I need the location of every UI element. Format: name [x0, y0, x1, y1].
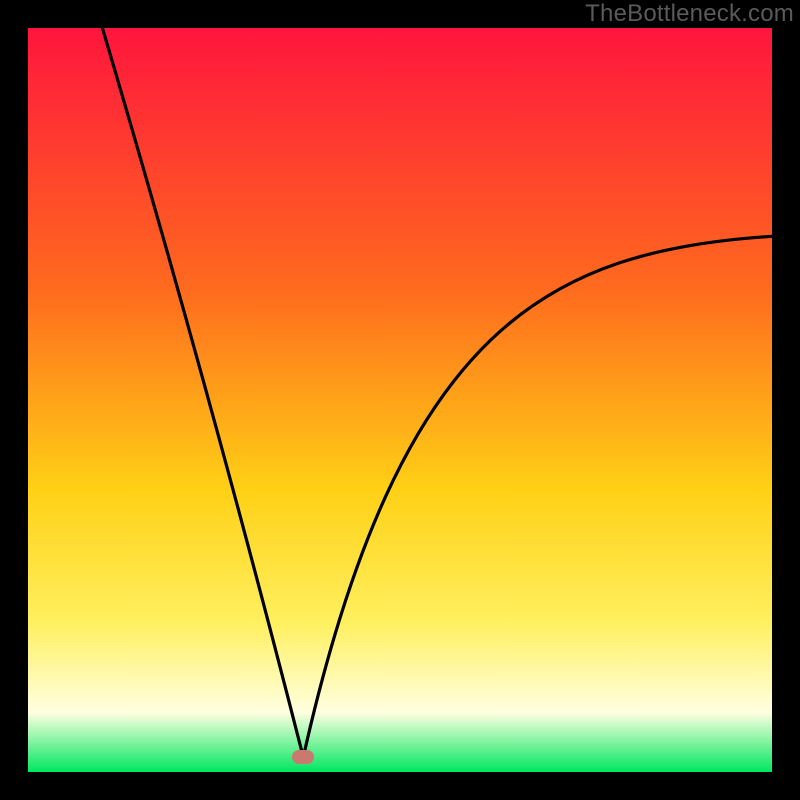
watermark-text: TheBottleneck.com: [585, 0, 794, 28]
gradient-background: [28, 28, 772, 772]
min-point-marker: [292, 750, 314, 764]
chart-frame: TheBottleneck.com: [0, 0, 800, 800]
plot-area: [28, 28, 772, 772]
plot-svg: [28, 28, 772, 772]
